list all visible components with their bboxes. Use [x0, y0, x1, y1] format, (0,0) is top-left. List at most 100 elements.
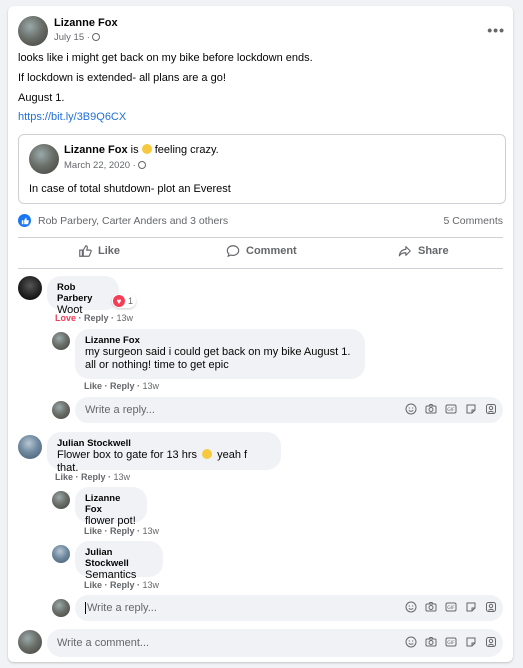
- shared-text: In case of total shutdown- plot an Evere…: [29, 183, 231, 195]
- comment-bubble: Lizanne Fox flower pot!: [75, 487, 147, 527]
- shared-post[interactable]: Lizanne Fox is feeling crazy. March 22, …: [18, 134, 506, 204]
- camera-icon[interactable]: [425, 601, 437, 613]
- thumbs-up-icon: [79, 245, 92, 257]
- commenter-avatar[interactable]: [52, 545, 70, 563]
- like-link[interactable]: Like: [84, 381, 102, 391]
- reply-link[interactable]: Reply: [110, 580, 135, 590]
- post-line-2: If lockdown is extended- all plans are a…: [18, 72, 226, 84]
- emoji-icon[interactable]: [405, 636, 417, 648]
- current-user-avatar: [18, 630, 42, 654]
- comment-text: Flower box to gate for 13 hrs: [57, 449, 198, 461]
- sweat-emoji-icon: [202, 449, 213, 459]
- comment-text-line-2: all or nothing! time to get epic: [85, 359, 229, 371]
- globe-icon: [91, 33, 100, 41]
- camera-icon[interactable]: [425, 403, 437, 415]
- commenter-avatar[interactable]: [52, 491, 70, 509]
- comments-count[interactable]: 5 Comments: [443, 215, 503, 227]
- comment-actions: Like · Reply · 13w: [84, 580, 160, 590]
- svg-text:GIF: GIF: [447, 640, 455, 646]
- reactors-summary[interactable]: Rob Parbery, Carter Anders and 3 others: [38, 215, 228, 227]
- current-user-avatar: [52, 401, 70, 419]
- reply-link[interactable]: Reply: [81, 472, 106, 482]
- comment-author[interactable]: Lizanne Fox: [85, 493, 137, 515]
- comment-author[interactable]: Julian Stockwell: [57, 438, 271, 449]
- comment-bubble: Julian Stockwell Flower box to gate for …: [47, 432, 281, 474]
- current-user-avatar: [52, 599, 70, 617]
- comment-actions: Like · Reply · 13w: [84, 381, 160, 391]
- avatar-sticker-icon[interactable]: [485, 403, 497, 415]
- gif-icon[interactable]: GIF: [445, 636, 457, 648]
- shared-author-name[interactable]: Lizanne Fox: [64, 144, 128, 156]
- comment-label: Comment: [246, 245, 297, 257]
- avatar-sticker-icon[interactable]: [485, 636, 497, 648]
- like-link[interactable]: Like: [55, 472, 73, 482]
- share-button[interactable]: Share: [398, 244, 449, 258]
- shared-feeling: feeling crazy.: [154, 144, 219, 156]
- comment-time[interactable]: 13w: [117, 313, 134, 323]
- composer-icons: GIF: [405, 403, 497, 415]
- avatar-sticker-icon[interactable]: [485, 601, 497, 613]
- shared-is-word: is: [130, 144, 139, 156]
- author-avatar[interactable]: [18, 16, 48, 46]
- post-date[interactable]: July 15: [54, 32, 84, 43]
- reaction-count: 1: [128, 296, 134, 306]
- gif-icon[interactable]: GIF: [445, 601, 457, 613]
- reply-link[interactable]: Reply: [110, 526, 135, 536]
- comment-bubble: Lizanne Fox my surgeon said i could get …: [75, 329, 365, 379]
- comment-time[interactable]: 13w: [143, 580, 160, 590]
- like-label: Like: [98, 245, 121, 257]
- commenter-avatar[interactable]: [18, 435, 42, 459]
- emoji-icon[interactable]: [405, 601, 417, 613]
- comment-placeholder: Write a comment...: [57, 637, 150, 649]
- reply-input[interactable]: Write a reply... GIF: [75, 397, 503, 423]
- comment-bubble: Julian Stockwell Semantics: [75, 541, 163, 581]
- reply-link[interactable]: Reply: [84, 313, 109, 323]
- sticker-icon[interactable]: [465, 601, 477, 613]
- comment-time[interactable]: 13w: [143, 526, 160, 536]
- comment-actions: Like · Reply · 13w: [84, 526, 160, 536]
- comment-reaction-badge[interactable]: ♥ 1: [112, 294, 137, 308]
- svg-text:GIF: GIF: [447, 605, 455, 611]
- commenter-avatar[interactable]: [52, 332, 70, 350]
- love-link[interactable]: Love: [55, 313, 76, 323]
- comment-author[interactable]: Rob Parbery: [57, 282, 109, 304]
- svg-text:GIF: GIF: [447, 407, 455, 413]
- post-author-name[interactable]: Lizanne Fox: [54, 17, 118, 29]
- comment-time[interactable]: 13w: [143, 381, 160, 391]
- shared-meta: March 22, 2020 ·: [64, 160, 146, 171]
- more-options-icon[interactable]: •••: [487, 22, 505, 38]
- shared-author-avatar[interactable]: [29, 144, 59, 174]
- post-line-3: August 1.: [18, 92, 65, 104]
- heart-icon: ♥: [113, 295, 125, 307]
- like-link[interactable]: Like: [84, 580, 102, 590]
- reply-link[interactable]: Reply: [110, 381, 135, 391]
- comment-bubble: Rob Parbery Woot: [47, 276, 119, 316]
- reply-input[interactable]: Write a reply... GIF: [75, 595, 503, 621]
- comment-text-line-1: my surgeon said i could get back on my b…: [85, 346, 351, 358]
- comment-input[interactable]: Write a comment... GIF: [47, 629, 503, 657]
- sticker-icon[interactable]: [465, 403, 477, 415]
- crazy-emoji-icon: [141, 144, 152, 154]
- commenter-avatar[interactable]: [18, 276, 42, 300]
- divider: [18, 237, 503, 238]
- comment-author[interactable]: Julian Stockwell: [85, 547, 153, 569]
- comment-author[interactable]: Lizanne Fox: [85, 335, 355, 346]
- like-button[interactable]: Like: [78, 244, 120, 258]
- shared-date[interactable]: March 22, 2020: [64, 160, 130, 171]
- reply-placeholder: Write a reply...: [85, 404, 155, 416]
- comment-actions: Like · Reply · 13w: [55, 472, 131, 482]
- camera-icon[interactable]: [425, 636, 437, 648]
- sticker-icon[interactable]: [465, 636, 477, 648]
- composer-icons: GIF: [405, 636, 497, 648]
- comment-time[interactable]: 13w: [114, 472, 131, 482]
- like-link[interactable]: Like: [84, 526, 102, 536]
- comment-button[interactable]: Comment: [226, 244, 297, 258]
- emoji-icon[interactable]: [405, 403, 417, 415]
- comment-actions: Love · Reply · 13w: [55, 313, 134, 323]
- gif-icon[interactable]: GIF: [445, 403, 457, 415]
- globe-icon: [137, 161, 146, 169]
- composer-icons: GIF: [405, 601, 497, 613]
- shared-header: Lizanne Fox is feeling crazy.: [64, 144, 219, 156]
- post-card: Lizanne Fox July 15 · ••• looks like i m…: [8, 6, 513, 662]
- post-link[interactable]: https://bit.ly/3B9Q6CX: [18, 111, 126, 123]
